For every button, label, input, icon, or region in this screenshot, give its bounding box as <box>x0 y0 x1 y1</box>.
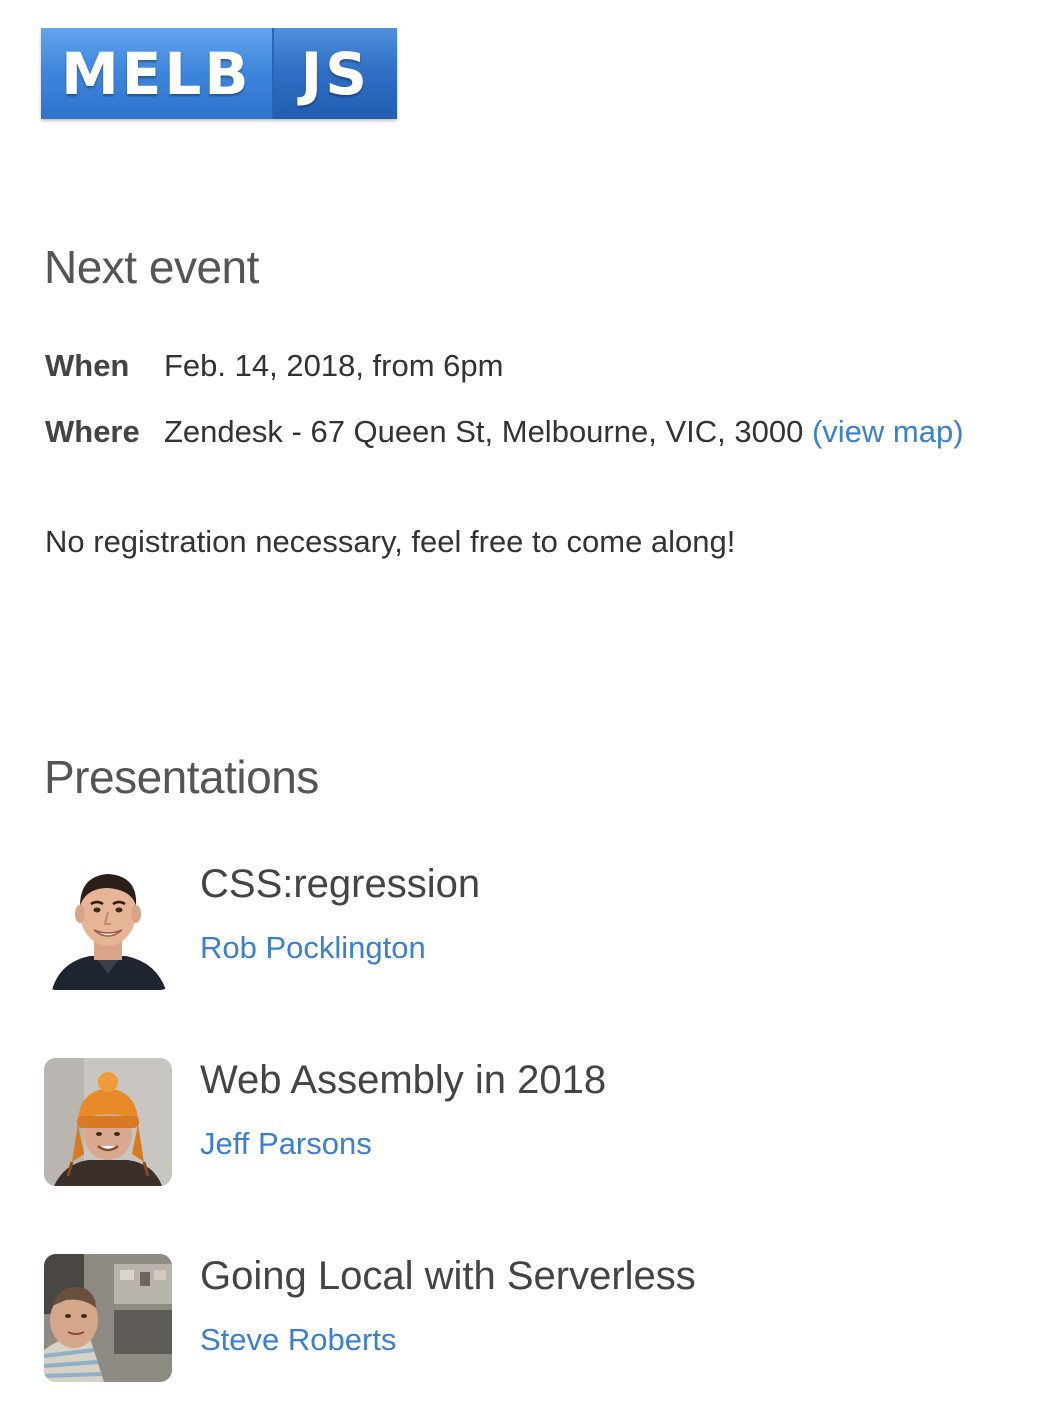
where-value: Zendesk - 67 Queen St, Melbourne, VIC, 3… <box>164 414 804 449</box>
speaker-avatar-rob <box>44 862 172 990</box>
presentation-title: CSS:regression <box>200 862 481 906</box>
presentation-item: Going Local with Serverless Steve Robert… <box>44 1254 1024 1382</box>
registration-note: No registration necessary, feel free to … <box>45 524 736 559</box>
presentation-item: Web Assembly in 2018 Jeff Parsons <box>44 1058 1024 1186</box>
event-where-row: Where Zendesk - 67 Queen St, Melbourne, V… <box>45 414 964 450</box>
where-label: Where <box>45 414 140 449</box>
presentation-item: CSS:regression Rob Pocklington <box>44 862 1024 990</box>
speaker-link[interactable]: Jeff Parsons <box>200 1126 372 1162</box>
presentation-title: Web Assembly in 2018 <box>200 1058 607 1102</box>
speaker-avatar-steve <box>44 1254 172 1382</box>
when-value: Feb. 14, 2018, from 6pm <box>164 348 504 383</box>
speaker-avatar-jeff <box>44 1058 172 1186</box>
speaker-link[interactable]: Rob Pocklington <box>200 930 426 966</box>
presentations-heading: Presentations <box>44 751 319 803</box>
event-when-row: When Feb. 14, 2018, from 6pm <box>45 348 503 384</box>
presentation-title: Going Local with Serverless <box>200 1254 696 1298</box>
next-event-heading: Next event <box>44 241 259 293</box>
logo-melb-text: MELB <box>41 28 272 119</box>
speaker-link[interactable]: Steve Roberts <box>200 1322 396 1358</box>
site-logo[interactable]: MELB JS <box>41 28 397 119</box>
view-map-link[interactable]: (view map) <box>812 414 964 449</box>
when-label: When <box>45 348 130 383</box>
logo-js-text: JS <box>271 28 397 119</box>
